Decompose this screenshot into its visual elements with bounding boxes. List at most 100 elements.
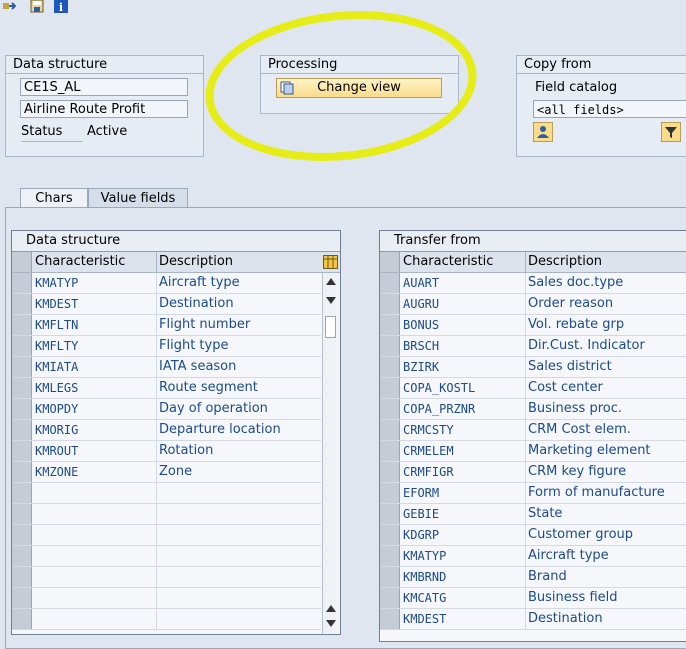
characteristic-cell[interactable]: AUART bbox=[401, 273, 526, 293]
characteristic-cell[interactable] bbox=[33, 546, 157, 566]
filter-icon-button[interactable] bbox=[661, 122, 681, 142]
characteristic-cell[interactable] bbox=[33, 525, 157, 545]
table-row[interactable]: CRMCSTY CRM Cost elem. bbox=[380, 420, 686, 441]
table-row[interactable]: KMATYP Aircraft type bbox=[380, 546, 686, 567]
characteristic-cell[interactable]: KMDEST bbox=[33, 294, 157, 314]
table-row[interactable]: AUGRU Order reason bbox=[380, 294, 686, 315]
table-row[interactable]: KMIATA IATA season bbox=[12, 357, 321, 378]
scroll-up-step-icon[interactable] bbox=[326, 604, 336, 612]
row-selector[interactable] bbox=[12, 336, 32, 356]
row-selector[interactable] bbox=[12, 294, 32, 314]
row-selector[interactable] bbox=[12, 420, 32, 440]
row-selector[interactable] bbox=[380, 609, 400, 629]
characteristic-cell[interactable] bbox=[33, 504, 157, 524]
characteristic-cell[interactable]: KMLEGS bbox=[33, 378, 157, 398]
characteristic-cell[interactable]: CRMCSTY bbox=[401, 420, 526, 440]
row-selector[interactable] bbox=[380, 378, 400, 398]
scroll-thumb[interactable] bbox=[325, 316, 336, 338]
select-all-cell[interactable] bbox=[12, 252, 32, 272]
row-selector[interactable] bbox=[12, 462, 32, 482]
table-row[interactable]: KMZONE Zone bbox=[12, 462, 321, 483]
table-row[interactable]: BZIRK Sales district bbox=[380, 357, 686, 378]
scroll-down-icon[interactable] bbox=[326, 620, 336, 628]
row-selector[interactable] bbox=[12, 399, 32, 419]
table-row[interactable]: COPA_PRZNR Business proc. bbox=[380, 399, 686, 420]
row-selector[interactable] bbox=[12, 504, 32, 524]
characteristic-cell[interactable] bbox=[33, 609, 157, 629]
characteristic-cell[interactable]: KMATYP bbox=[401, 546, 526, 566]
row-selector[interactable] bbox=[380, 525, 400, 545]
characteristic-cell[interactable]: KMATYP bbox=[33, 273, 157, 293]
characteristic-cell[interactable]: CRMELEM bbox=[401, 441, 526, 461]
table-row[interactable]: KMFLTN Flight number bbox=[12, 315, 321, 336]
characteristic-cell[interactable]: KMDEST bbox=[401, 609, 526, 629]
table-row[interactable] bbox=[12, 504, 321, 525]
row-selector[interactable] bbox=[380, 420, 400, 440]
table-row[interactable]: BONUS Vol. rebate grp bbox=[380, 315, 686, 336]
column-header-description[interactable]: Description bbox=[157, 252, 233, 272]
row-selector[interactable] bbox=[12, 441, 32, 461]
save-local-icon[interactable] bbox=[30, 0, 44, 13]
row-selector[interactable] bbox=[12, 546, 32, 566]
transport-icon[interactable] bbox=[2, 0, 16, 13]
characteristic-cell[interactable] bbox=[33, 567, 157, 587]
field-catalog-select[interactable]: <all fields> bbox=[533, 100, 686, 118]
characteristic-cell[interactable]: KMIATA bbox=[33, 357, 157, 377]
table-row[interactable]: CRMELEM Marketing element bbox=[380, 441, 686, 462]
row-selector[interactable] bbox=[380, 483, 400, 503]
scroll-up-icon[interactable] bbox=[326, 277, 336, 285]
characteristic-cell[interactable]: GEBIE bbox=[401, 504, 526, 524]
characteristic-cell[interactable]: KMORIG bbox=[33, 420, 157, 440]
table-row[interactable]: KMDEST Destination bbox=[12, 294, 321, 315]
table-row[interactable] bbox=[12, 525, 321, 546]
characteristic-cell[interactable]: KMROUT bbox=[33, 441, 157, 461]
table-row[interactable]: BRSCH Dir.Cust. Indicator bbox=[380, 336, 686, 357]
data-structure-description-field[interactable]: Airline Route Profit bbox=[20, 100, 188, 118]
row-selector[interactable] bbox=[12, 567, 32, 587]
characteristic-cell[interactable]: EFORM bbox=[401, 483, 526, 503]
table-row[interactable]: KMOPDY Day of operation bbox=[12, 399, 321, 420]
row-selector[interactable] bbox=[380, 294, 400, 314]
row-selector[interactable] bbox=[380, 441, 400, 461]
characteristic-cell[interactable]: KMFLTY bbox=[33, 336, 157, 356]
select-all-cell[interactable] bbox=[380, 252, 400, 272]
characteristic-cell[interactable]: COPA_KOSTL bbox=[401, 378, 526, 398]
table-row[interactable]: AUART Sales doc.type bbox=[380, 273, 686, 294]
row-selector[interactable] bbox=[12, 378, 32, 398]
table-row[interactable] bbox=[12, 567, 321, 588]
row-selector[interactable] bbox=[12, 483, 32, 503]
characteristic-cell[interactable]: KMZONE bbox=[33, 462, 157, 482]
row-selector[interactable] bbox=[380, 357, 400, 377]
table-row[interactable]: KDGRP Customer group bbox=[380, 525, 686, 546]
scroll-down-step-icon[interactable] bbox=[326, 297, 336, 305]
table-row[interactable]: KMLEGS Route segment bbox=[12, 378, 321, 399]
row-selector[interactable] bbox=[380, 399, 400, 419]
row-selector[interactable] bbox=[12, 315, 32, 335]
table-row[interactable]: KMATYP Aircraft type bbox=[12, 273, 321, 294]
info-icon[interactable]: i bbox=[54, 0, 68, 13]
row-selector[interactable] bbox=[12, 609, 32, 629]
data-structure-name-field[interactable]: CE1S_AL bbox=[20, 78, 188, 96]
table-row[interactable] bbox=[12, 588, 321, 609]
row-selector[interactable] bbox=[380, 273, 400, 293]
row-selector[interactable] bbox=[12, 273, 32, 293]
table-row[interactable]: KMORIG Departure location bbox=[12, 420, 321, 441]
table-row[interactable]: KMFLTY Flight type bbox=[12, 336, 321, 357]
row-selector[interactable] bbox=[380, 336, 400, 356]
column-header-characteristic[interactable]: Characteristic bbox=[33, 252, 157, 272]
tab-value-fields[interactable]: Value fields bbox=[88, 188, 188, 208]
table-row[interactable]: KMDEST Destination bbox=[380, 609, 686, 630]
column-header-characteristic[interactable]: Characteristic bbox=[401, 252, 526, 272]
table-row[interactable]: KMCATG Business field bbox=[380, 588, 686, 609]
table-row[interactable] bbox=[12, 483, 321, 504]
column-settings-icon[interactable] bbox=[323, 255, 338, 269]
row-selector[interactable] bbox=[12, 357, 32, 377]
characteristic-cell[interactable]: BRSCH bbox=[401, 336, 526, 356]
table-row[interactable]: KMBRND Brand bbox=[380, 567, 686, 588]
characteristic-cell[interactable] bbox=[33, 483, 157, 503]
row-selector[interactable] bbox=[380, 567, 400, 587]
characteristic-cell[interactable]: KMFLTN bbox=[33, 315, 157, 335]
tab-chars[interactable]: Chars bbox=[20, 188, 88, 208]
row-selector[interactable] bbox=[380, 588, 400, 608]
characteristic-cell[interactable]: BZIRK bbox=[401, 357, 526, 377]
